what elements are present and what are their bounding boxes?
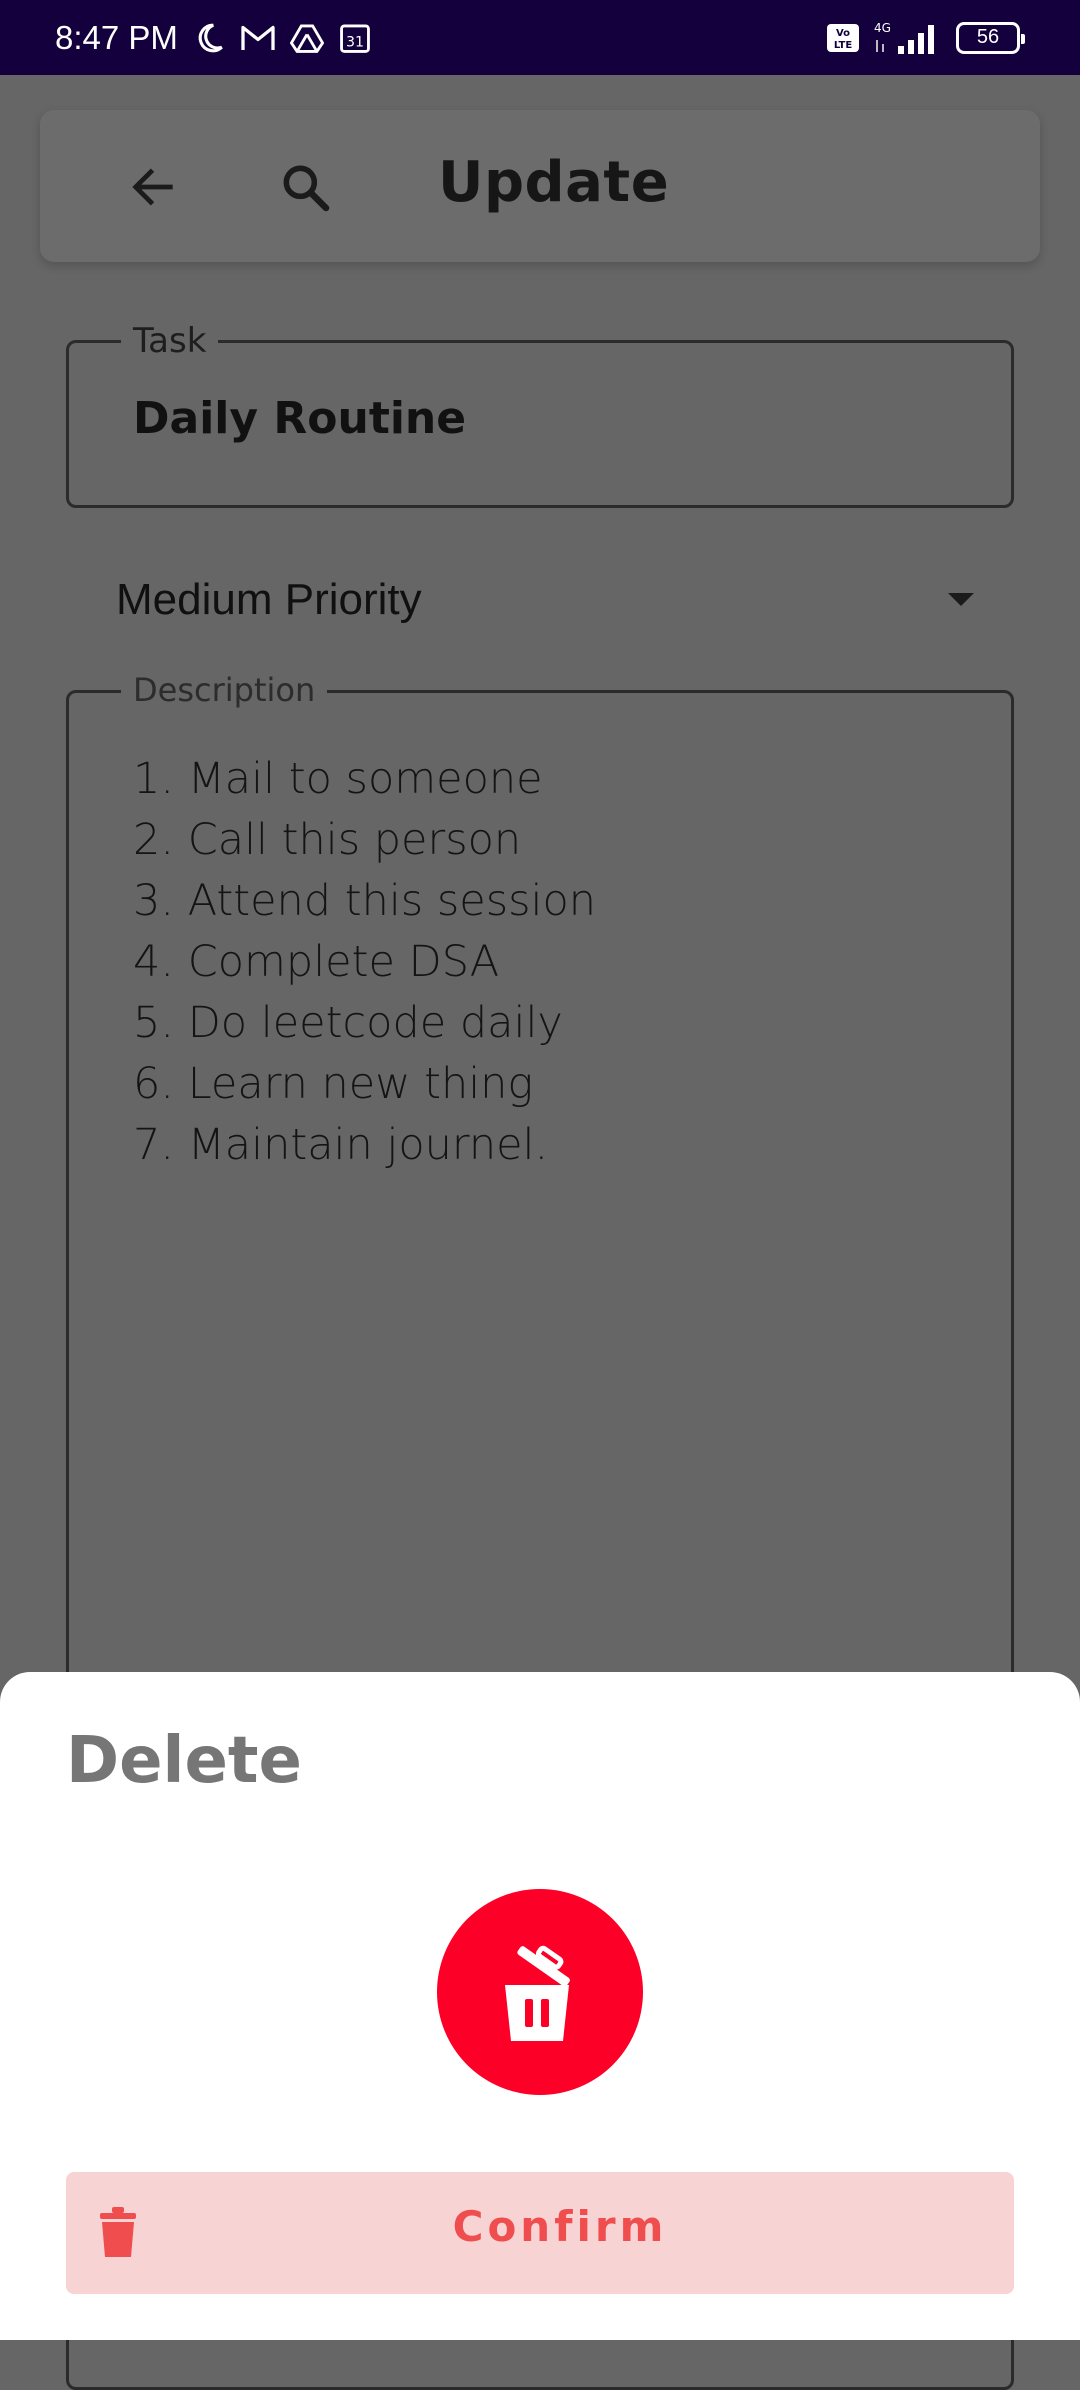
arrow-left-icon xyxy=(132,168,173,206)
status-time: 8:47 PM xyxy=(55,18,178,56)
task-field[interactable]: Task Daily Routine xyxy=(66,321,1014,508)
battery-level: 56 xyxy=(976,26,1000,48)
caret-down-icon xyxy=(946,591,976,614)
confirm-label: Confirm xyxy=(452,2202,668,2251)
search-button[interactable] xyxy=(272,154,338,220)
status-bar: 8:47 PM 31 Vo LTE 4G 56 xyxy=(0,0,1080,75)
svg-text:LTE: LTE xyxy=(834,40,853,51)
drive-icon xyxy=(289,23,324,53)
calendar-day: 31 xyxy=(346,34,364,50)
priority-dropdown[interactable]: Medium Priority xyxy=(116,565,976,635)
volte-icon: Vo LTE xyxy=(826,23,860,53)
network-type: 4G xyxy=(874,21,891,35)
priority-selected: Medium Priority xyxy=(116,575,422,624)
svg-text:Vo: Vo xyxy=(836,28,850,39)
search-icon xyxy=(283,165,330,212)
gmail-icon xyxy=(240,23,276,53)
moon-icon xyxy=(192,21,226,55)
description-line: 4. Complete DSA xyxy=(133,937,500,987)
description-line: 5. Do leetcode daily xyxy=(133,998,563,1048)
description-line: 6. Learn new thing xyxy=(133,1059,534,1109)
task-label: Task xyxy=(121,321,219,361)
task-input[interactable]: Daily Routine xyxy=(133,393,466,444)
description-line: 7. Maintain journel. xyxy=(133,1120,549,1170)
back-button[interactable] xyxy=(120,154,186,220)
description-label: Description xyxy=(121,671,328,709)
confirm-button[interactable]: Confirm xyxy=(66,2172,1014,2294)
calendar-icon: 31 xyxy=(338,21,372,55)
description-line: 1. Mail to someone xyxy=(133,754,543,804)
trash-open-icon xyxy=(437,1889,643,2095)
description-line: 2. Call this person xyxy=(133,815,522,865)
description-line: 3. Attend this session xyxy=(133,876,597,926)
page-title: Update xyxy=(438,150,670,215)
signal-icon: 4G xyxy=(872,20,944,56)
sheet-title: Delete xyxy=(66,1724,302,1798)
app-bar: Update xyxy=(40,110,1040,262)
delete-bottom-sheet: Delete Confirm xyxy=(0,1672,1080,2340)
description-input[interactable]: 1. Mail to someone 2. Call this person 3… xyxy=(133,749,596,1176)
battery-icon: 56 xyxy=(956,21,1025,54)
